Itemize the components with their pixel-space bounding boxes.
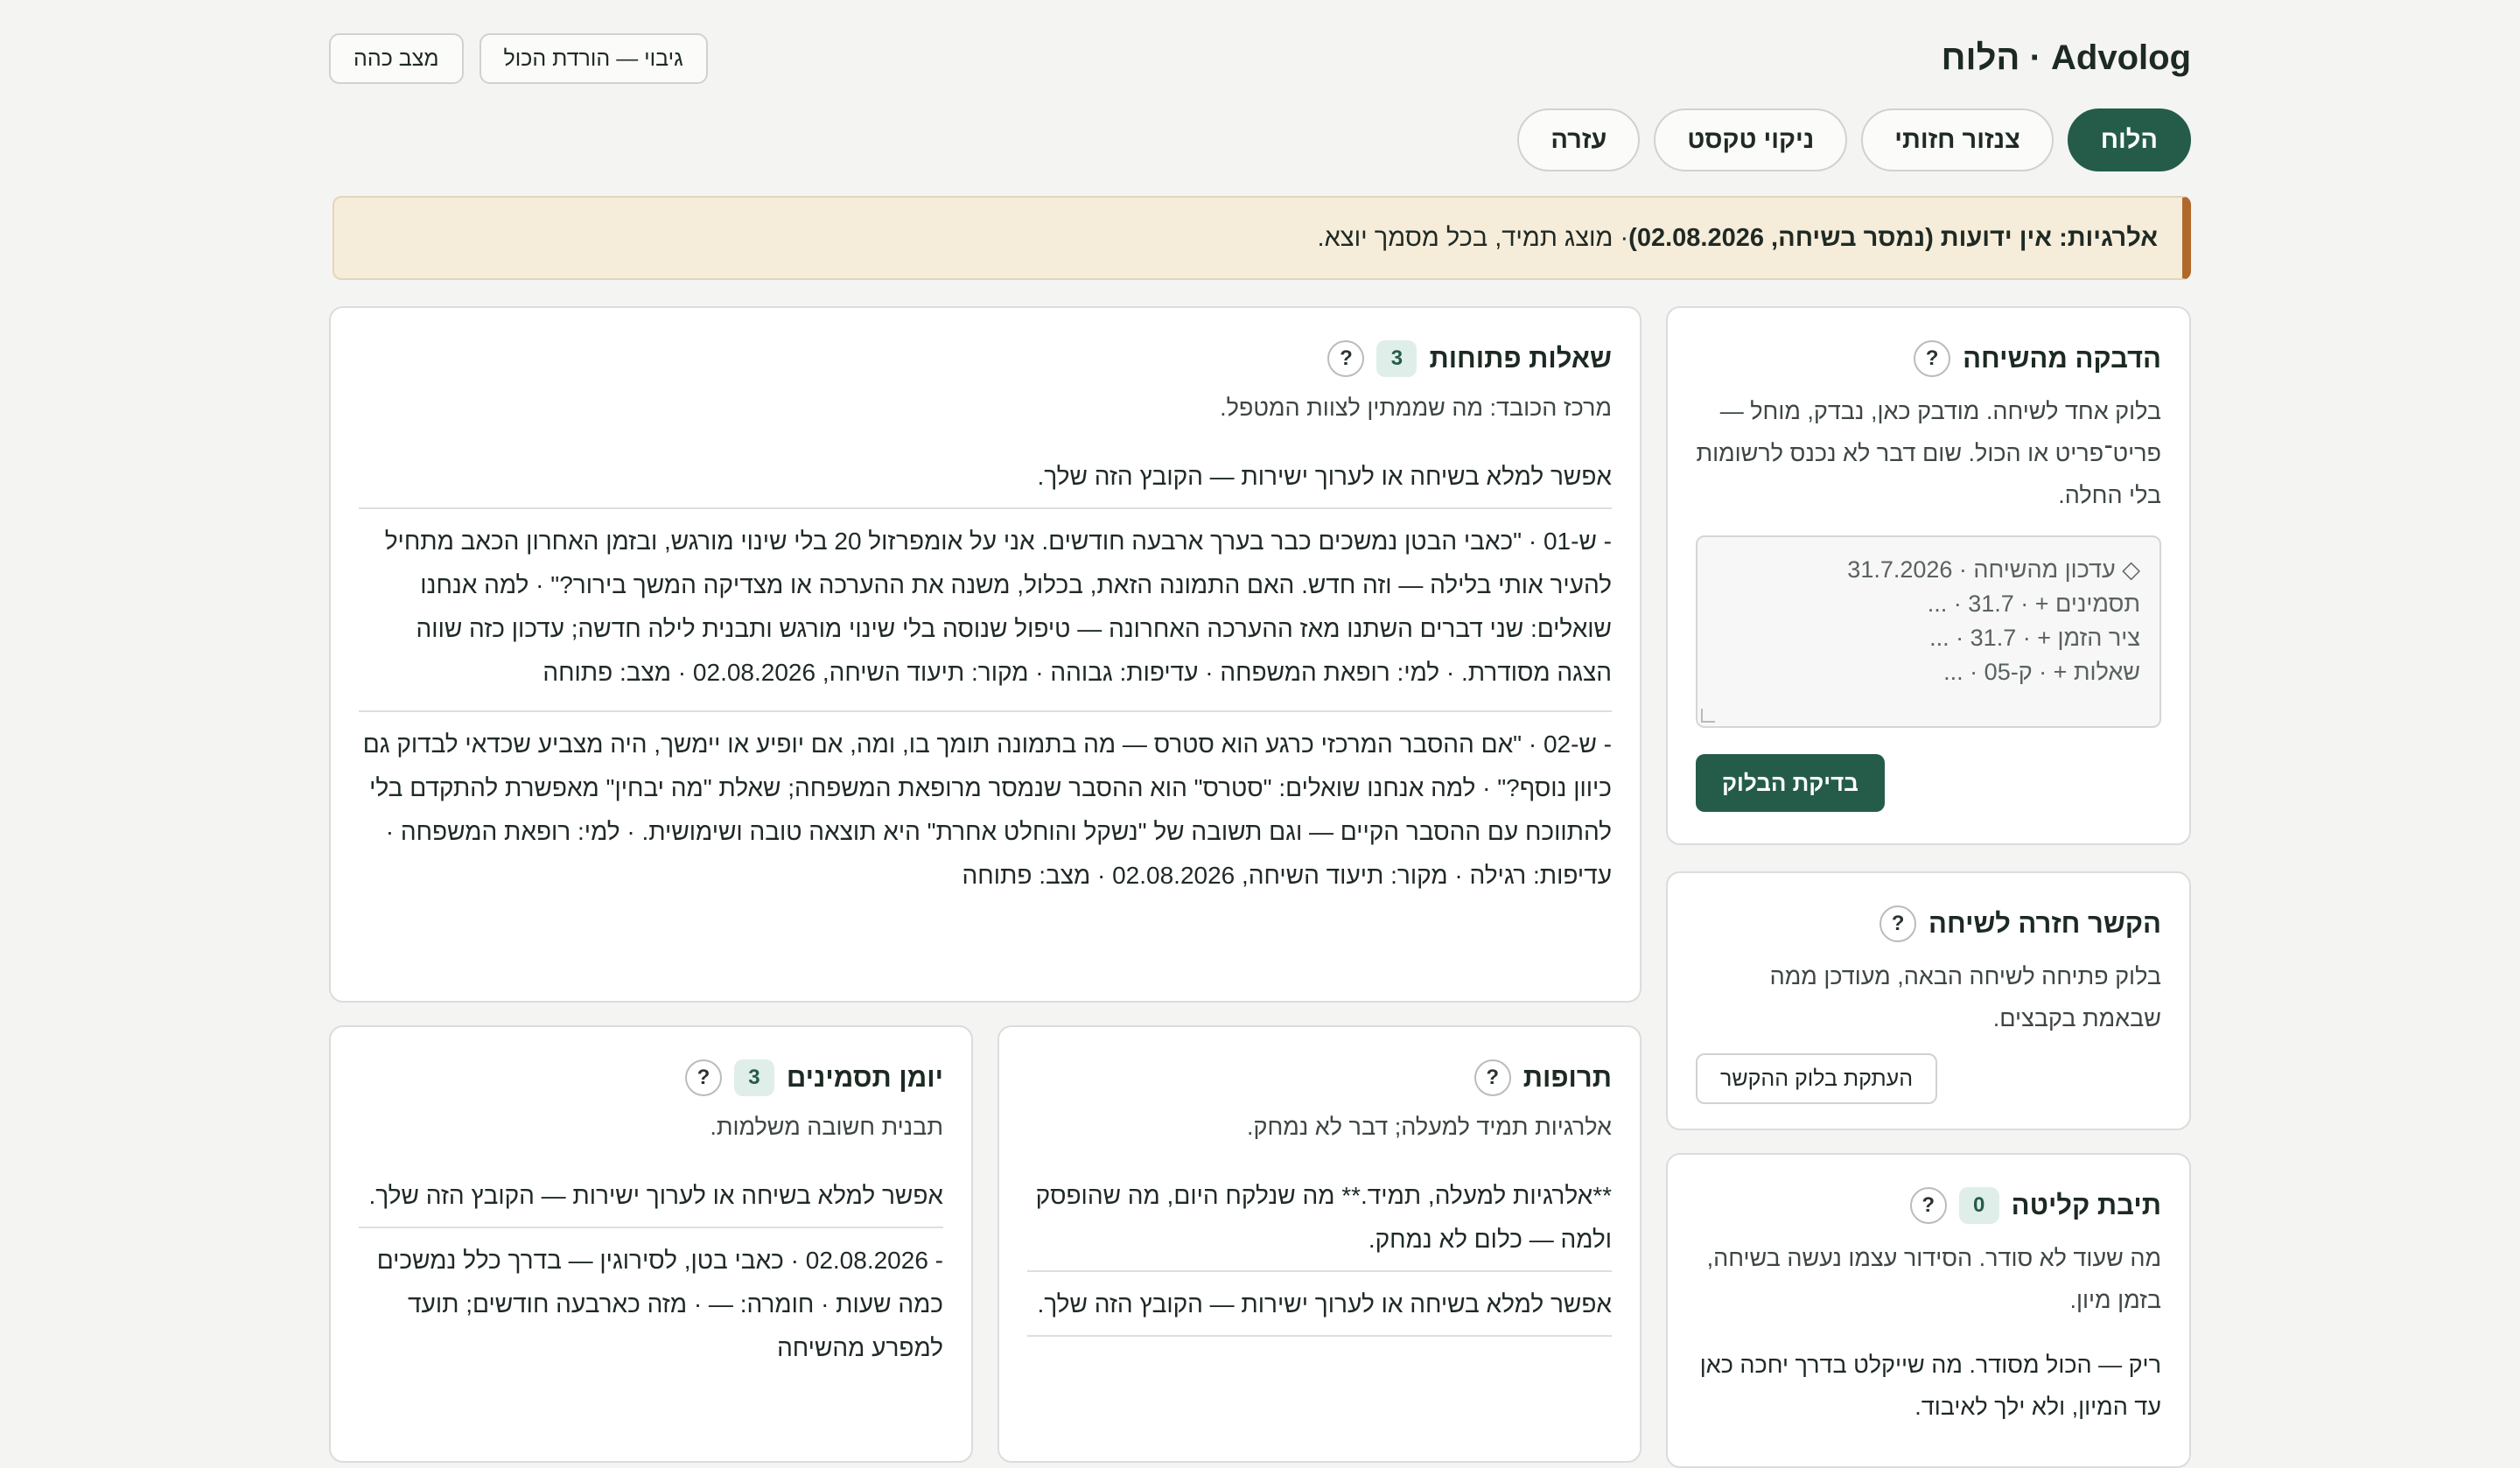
symptom-log-help-icon[interactable]: ? (684, 1059, 722, 1096)
symptom-log-count-badge: 3 (733, 1059, 774, 1096)
questions-title: שאלות פתוחות (1429, 343, 1612, 374)
divider (359, 1227, 943, 1228)
main-tabs: הלוח צנזור חזותי ניקוי טקסט עזרה (1517, 108, 2191, 171)
medications-item: **אלרגיות למעלה, תמיד.** מה שנלקח היום, … (1035, 1182, 1612, 1253)
questions-fill-note: אפשר למלא בשיחה או לערוך ישירות — הקובץ … (1037, 463, 1612, 490)
paste-line: ◇ עדכון מהשיחה · 31.7.2026 (1847, 556, 2140, 583)
questions-focus: מרכז הכובד: מה שממתין לצוות המטפל. (1220, 395, 1612, 421)
symptom-log-fill-note: אפשר למלא בשיחה או לערוך ישירות — הקובץ … (368, 1182, 943, 1209)
question-item: - ש-01 · "כאבי הבטן נמשכים כבר בערך ארבע… (384, 528, 1612, 686)
resize-handle-icon[interactable] (1701, 709, 1715, 723)
divider (359, 710, 1612, 712)
return-context-help-icon[interactable]: ? (1880, 905, 1917, 942)
divider (1027, 1270, 1612, 1272)
paste-line: תסמינים + · 31.7 · ... (1927, 591, 2140, 617)
allergy-banner-strong: אלרגיות: אין ידועות (נמסר בשיחה, 02.08.2… (1628, 223, 2158, 252)
copy-context-button[interactable]: העתקת בלוק ההקשר (1696, 1053, 1938, 1104)
dark-mode-button[interactable]: מצב כהה (329, 33, 464, 84)
tab-text-cleanup[interactable]: ניקוי טקסט (1654, 108, 1848, 171)
paste-line: ציר הזמן + · 31.7 · ... (1929, 625, 2140, 651)
questions-help-icon[interactable]: ? (1327, 340, 1365, 377)
return-context-card: הקשר חזרה לשיחה ? בלוק פתיחה לשיחה הבאה,… (1666, 871, 2191, 1130)
paste-card: הדבקה מהשיחה ? בלוק אחד לשיחה. מודבק כאן… (1666, 306, 2191, 845)
check-block-button[interactable]: בדיקת הבלוק (1696, 754, 1885, 812)
paste-help-icon[interactable]: ? (1914, 340, 1951, 377)
backup-download-button[interactable]: גיבוי — הורדת הכול (479, 33, 708, 84)
symptom-log-card: יומן תסמינים 3 ? תבנית חשובה משלמות. אפש… (329, 1025, 973, 1463)
symptom-log-description: תבנית חשובה משלמות. (710, 1114, 943, 1140)
medications-fill-note: אפשר למלא בשיחה או לערוך ישירות — הקובץ … (1037, 1290, 1612, 1318)
return-context-title: הקשר חזרה לשיחה (1928, 908, 2161, 939)
medications-help-icon[interactable]: ? (1474, 1059, 1511, 1096)
open-questions-card: שאלות פתוחות 3 ? מרכז הכובד: מה שממתין ל… (329, 306, 1642, 1003)
inbox-help-icon[interactable]: ? (1909, 1187, 1947, 1224)
inbox-empty-text: ריק — הכול מסודר. מה שייקלט בדרך יחכה כא… (1699, 1352, 2161, 1420)
questions-count-badge: 3 (1376, 340, 1418, 377)
inbox-card: תיבת קליטה 0 ? מה שעוד לא סודר. הסידור ע… (1666, 1153, 2191, 1468)
question-item: - ש-02 · "אם ההסבר המרכזי כרגע הוא סטרס … (362, 731, 1612, 889)
tab-help[interactable]: עזרה (1517, 108, 1641, 171)
return-context-description: בלוק פתיחה לשיחה הבאה, מעודכן ממה שבאמת … (1769, 963, 2161, 1031)
allergy-banner-rest: · מוצג תמיד, בכל מסמך יוצא. (1317, 223, 1629, 252)
allergy-banner: אלרגיות: אין ידועות (נמסר בשיחה, 02.08.2… (332, 196, 2191, 280)
app-title: Advolog · הלוח (1941, 38, 2191, 77)
medications-title: תרופות (1522, 1062, 1612, 1093)
paste-description: בלוק אחד לשיחה. מודבק כאן, נבדק, מוחל — … (1696, 398, 2161, 508)
inbox-count-badge: 0 (1958, 1187, 1999, 1224)
paste-card-title: הדבקה מהשיחה (1963, 343, 2161, 374)
paste-textarea[interactable]: ◇ עדכון מהשיחה · 31.7.2026 תסמינים + · 3… (1696, 535, 2161, 728)
medications-description: אלרגיות תמיד למעלה; דבר לא נמחק. (1247, 1114, 1612, 1140)
inbox-title: תיבת קליטה (2011, 1190, 2161, 1220)
inbox-description: מה שעוד לא סודר. הסידור עצמו נעשה בשיחה,… (1706, 1245, 2161, 1313)
tab-visual-redaction[interactable]: צנזור חזותי (1861, 108, 2054, 171)
paste-line: שאלות + · ק-05 · ... (1943, 659, 2140, 685)
symptom-log-title: יומן תסמינים (786, 1062, 943, 1093)
medications-card: תרופות ? אלרגיות תמיד למעלה; דבר לא נמחק… (998, 1025, 1642, 1463)
symptom-log-item: - 02.08.2026 · כאבי בטן, לסירוגין — בדרך… (376, 1247, 943, 1361)
top-bar: Advolog · הלוח מצב כהה גיבוי — הורדת הכו… (329, 0, 2191, 96)
divider (359, 507, 1612, 509)
divider (1027, 1335, 1612, 1337)
tab-board[interactable]: הלוח (2067, 108, 2191, 171)
top-actions: מצב כהה גיבוי — הורדת הכול (329, 33, 708, 84)
